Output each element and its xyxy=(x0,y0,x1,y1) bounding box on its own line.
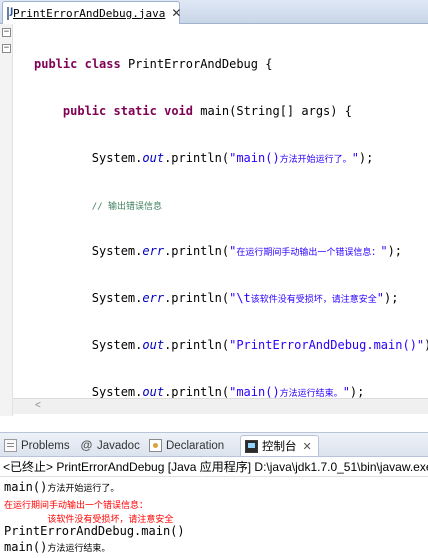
code-line-4: // 输出错误信息 xyxy=(34,198,428,214)
java-file-icon xyxy=(7,6,13,20)
tab-declaration[interactable]: Declaration xyxy=(149,435,224,456)
console-line-2-error: 在运行期间手动输出一个错误信息： xyxy=(4,501,149,511)
code-editor[interactable]: − − public class PrintErrorAndDebug { pu… xyxy=(0,24,428,492)
editor-tab-printerroranddebug[interactable]: PrintErrorAndDebug.java ✕ xyxy=(2,1,181,24)
editor-tab-bar: PrintErrorAndDebug.java ✕ xyxy=(0,0,428,24)
code-line-5: System.err.println("在运行期间手动输出一个错误信息："); xyxy=(91,244,403,259)
declaration-icon xyxy=(149,439,162,452)
code-line-6: System.err.println("\t该软件没有受损坏，请注意安全"); xyxy=(91,291,399,306)
code-line-2: public static void main(String[] args) { xyxy=(62,103,352,118)
code-line-3: System.out.println("main()方法开始运行了。"); xyxy=(91,150,374,165)
console-icon xyxy=(245,439,258,453)
console-output[interactable]: main()方法开始运行了。 在运行期间手动输出一个错误信息： 该软件没有受损坏… xyxy=(0,478,428,558)
horizontal-scrollbar[interactable]: < xyxy=(13,398,428,414)
tab-javadoc[interactable]: @ Javadoc xyxy=(80,435,140,456)
console-line-4: PrintErrorAndDebug.main() xyxy=(4,524,185,538)
problems-icon xyxy=(4,439,17,452)
scroll-left-icon[interactable]: < xyxy=(35,400,41,411)
view-tab-bar: Problems @ Javadoc Declaration 控制台 ✕ xyxy=(0,432,428,457)
console-status-header: <已终止> PrintErrorAndDebug [Java 应用程序] D:\… xyxy=(0,457,428,477)
close-icon[interactable]: ✕ xyxy=(171,7,181,19)
console-line-1: main()方法开始运行了。 xyxy=(4,480,120,494)
fold-collapse-icon[interactable]: − xyxy=(2,28,11,37)
fold-collapse-icon[interactable]: − xyxy=(2,44,11,53)
close-icon[interactable]: ✕ xyxy=(303,440,312,453)
editor-gutter: − − xyxy=(0,24,13,416)
code-line-7: System.out.println("PrintErrorAndDebug.m… xyxy=(91,337,428,352)
console-line-5: main()方法运行结束。 xyxy=(4,540,111,554)
at-sign-icon: @ xyxy=(80,438,93,452)
tab-console[interactable]: 控制台 ✕ xyxy=(240,435,319,456)
tab-problems[interactable]: Problems xyxy=(4,435,70,456)
editor-tab-label: PrintErrorAndDebug.java xyxy=(13,6,166,20)
code-comment: // 输出错误信息 xyxy=(91,201,163,212)
code-line-1: public class PrintErrorAndDebug { xyxy=(34,57,273,72)
